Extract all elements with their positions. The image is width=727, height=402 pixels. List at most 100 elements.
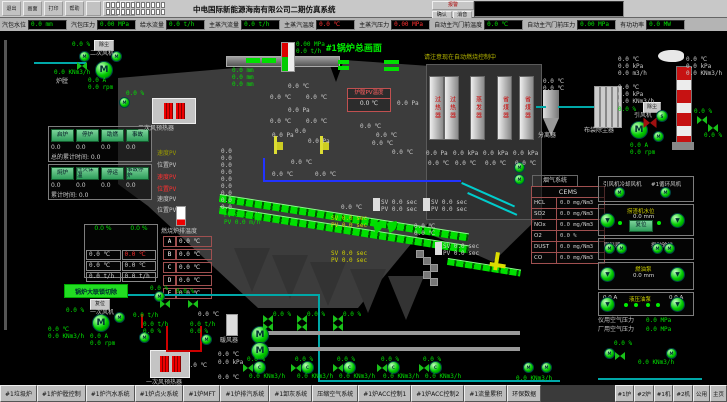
- toolbar-button[interactable]: 画面: [23, 1, 42, 16]
- valve-icon[interactable]: [615, 352, 625, 361]
- mimic-label: 0.0 KNm3/h: [425, 374, 461, 380]
- nav-button[interactable]: #1炉点火系统: [135, 385, 184, 402]
- furnace-pv-temp-box: 炉膛PV温度 0.0 ℃: [347, 88, 391, 112]
- nav-button[interactable]: #1垃圾炉: [0, 385, 37, 402]
- valve-icon[interactable]: [263, 323, 273, 332]
- toolbar-button[interactable]: 退出: [2, 1, 21, 16]
- valve-icon[interactable]: [333, 364, 343, 373]
- valve-icon[interactable]: [291, 364, 301, 373]
- motor-icon[interactable]: M: [514, 174, 525, 185]
- nav-button[interactable]: #1炉炉膛控制: [37, 385, 86, 402]
- valve-icon[interactable]: [160, 300, 170, 309]
- control-button[interactable]: 启炉: [51, 129, 74, 142]
- status-value: 0.00 MPa: [577, 20, 616, 30]
- toolbar-button[interactable]: 打印: [44, 1, 63, 16]
- backpass-column: 过热器: [444, 76, 459, 140]
- nav-button[interactable]: #1炉: [615, 385, 635, 402]
- valve-icon[interactable]: [697, 116, 707, 125]
- motor-icon[interactable]: M: [614, 187, 625, 198]
- pump-icon[interactable]: ▼: [600, 213, 615, 228]
- motor-icon[interactable]: M: [652, 243, 663, 254]
- status-label: 汽包压力: [71, 20, 95, 29]
- mimic-notice: 请注意现在自动燃烧控制中: [424, 55, 496, 61]
- nav-button[interactable]: #1炉MFT: [183, 385, 220, 402]
- status-label: 自动主汽门前温度: [434, 20, 482, 29]
- mimic-label: 0.0 Pa: [308, 139, 330, 145]
- valve-icon[interactable]: [243, 364, 253, 373]
- chimney-base: [672, 142, 694, 150]
- motor-icon[interactable]: M: [660, 187, 671, 198]
- valve-icon[interactable]: [188, 300, 198, 309]
- mimic-label: 0.0 KNm3/h: [618, 99, 654, 105]
- damper-valve-icon[interactable]: [644, 118, 657, 130]
- indicator-dot: [624, 303, 628, 307]
- nav-button[interactable]: #2炉: [634, 385, 654, 402]
- mimic-label: 0.0 KNm3/h: [249, 374, 285, 380]
- control-button[interactable]: 事故停炉: [126, 167, 149, 180]
- toolbar-grid-cell: [116, 9, 120, 15]
- mimic-label: 0.0 kPa: [513, 151, 538, 157]
- backpass-column-label: 过热器: [434, 96, 440, 120]
- control-button[interactable]: 压火保温: [76, 167, 99, 180]
- nav-button[interactable]: #1卸灰系统: [269, 385, 312, 402]
- cems-value: 0.0 mg/Nm3: [557, 209, 604, 219]
- mimic-label: 0.0 ℃: [291, 160, 312, 166]
- primary-air-preheater: [150, 350, 190, 378]
- motor-icon[interactable]: M: [114, 312, 125, 323]
- nav-button[interactable]: #1炉汽水系统: [86, 385, 135, 402]
- motor-icon[interactable]: M: [119, 97, 130, 108]
- indicator-dot: [634, 303, 638, 307]
- motor-icon[interactable]: S: [656, 110, 668, 122]
- nav-button[interactable]: 主页: [710, 385, 727, 402]
- oil-level-value: 0.0 mm: [633, 273, 654, 279]
- mimic-label: 0.0 %: [247, 357, 265, 363]
- valve-icon[interactable]: [377, 364, 387, 373]
- mimic-label: 二次风预热器: [138, 126, 174, 132]
- control-button[interactable]: 停炉: [76, 129, 99, 142]
- control-button[interactable]: 停运: [101, 167, 124, 180]
- nav-button[interactable]: #1机: [654, 385, 674, 402]
- chute-block: [430, 278, 438, 286]
- motor-icon[interactable]: M: [201, 334, 212, 345]
- control-value: 0.0: [76, 182, 99, 189]
- motor-icon[interactable]: M: [541, 362, 552, 373]
- pump-icon[interactable]: ▼: [600, 267, 615, 282]
- nav-button[interactable]: #1炉ACC控制2: [411, 385, 464, 402]
- nav-button[interactable]: 环保数据: [507, 385, 541, 402]
- mimic-label: 0.0 ℃: [315, 172, 336, 178]
- pump-icon[interactable]: ▼: [670, 213, 685, 228]
- valve-icon[interactable]: [333, 323, 343, 332]
- valve-icon[interactable]: [419, 364, 429, 373]
- motor-icon[interactable]: M: [604, 243, 615, 254]
- fan-cooling-panel: 引风机冷却风机 #1循环风机: [598, 176, 694, 202]
- nav-button[interactable]: 公用: [693, 385, 710, 402]
- alarm-button[interactable]: 报警: [432, 1, 474, 10]
- motor-icon[interactable]: M: [666, 348, 677, 359]
- slag-reset-button[interactable]: 复位: [629, 220, 653, 232]
- toolbar-button[interactable]: 帮助: [65, 1, 84, 16]
- nav-button[interactable]: #1炉ACC控制1: [358, 385, 411, 402]
- pump-icon[interactable]: ▼: [670, 267, 685, 282]
- chute-block: [430, 264, 438, 272]
- control-button[interactable]: 助燃: [101, 129, 124, 142]
- pump-icon[interactable]: ▼: [600, 297, 615, 312]
- cems-value: 0.0 mg/Nm3: [557, 220, 604, 230]
- backpass-column-label: 省煤器: [502, 96, 508, 120]
- motor-icon[interactable]: M: [664, 243, 675, 254]
- motor-icon[interactable]: M: [92, 314, 110, 332]
- control-value: 0.0: [126, 182, 149, 189]
- nav-button[interactable]: #1炉排汽系统: [220, 385, 269, 402]
- motor-icon[interactable]: M: [653, 131, 664, 142]
- nav-button[interactable]: #1流量累积: [464, 385, 507, 402]
- motor-icon[interactable]: M: [523, 362, 534, 373]
- motor-icon[interactable]: M: [616, 243, 627, 254]
- motor-icon[interactable]: M: [79, 51, 90, 62]
- motor-icon[interactable]: M: [604, 348, 615, 359]
- mimic-label: 0.0 ℃: [270, 119, 291, 125]
- instrument-air-value: 0.0 MPa: [646, 318, 671, 324]
- nav-button[interactable]: #2机: [673, 385, 693, 402]
- pump-icon[interactable]: ▼: [670, 297, 685, 312]
- nav-button[interactable]: 压缩空气系统: [312, 385, 358, 402]
- valve-icon[interactable]: [297, 323, 307, 332]
- control-button[interactable]: 焖炉: [51, 167, 74, 180]
